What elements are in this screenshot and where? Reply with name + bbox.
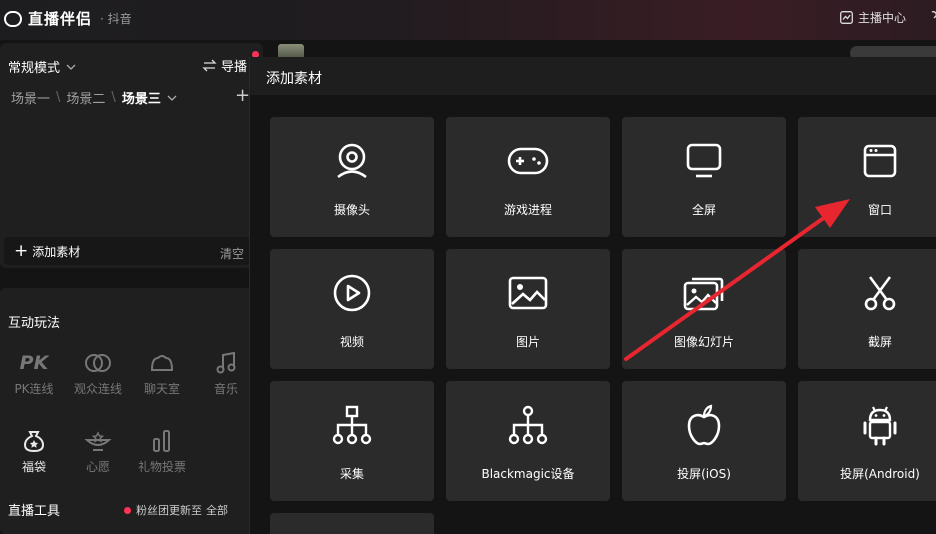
material-label: 图像幻灯片 — [673, 335, 734, 349]
switch-arrows-icon — [202, 59, 217, 72]
monitor-icon — [686, 143, 722, 178]
tool-audience-link[interactable]: 观众连线 — [70, 350, 126, 397]
material-label: 图片 — [515, 335, 540, 349]
scene-separator: \ — [111, 90, 116, 105]
material-label: 投屏(Android) — [840, 467, 920, 481]
wish-lamp-icon — [84, 431, 112, 451]
material-label: 全屏 — [691, 203, 716, 217]
music-icon — [216, 351, 236, 374]
material-game-process[interactable]: 游戏进程 — [446, 117, 610, 237]
capture-tree-icon — [332, 405, 372, 445]
tab-scene-3[interactable]: 场景三 — [122, 88, 161, 107]
material-cast-ios[interactable]: 投屏(iOS) — [622, 381, 786, 501]
material-slideshow[interactable]: 图像幻灯片 — [622, 249, 786, 369]
tool-label: 福袋 — [21, 460, 46, 474]
dialog-title: 添加素材 — [250, 57, 936, 95]
vote-bars-icon — [153, 430, 170, 452]
clear-button[interactable]: 清空 — [220, 245, 244, 262]
material-label: Blackmagic设备 — [481, 467, 575, 481]
mode-select[interactable]: 常规模式 — [8, 57, 76, 76]
material-label: 采集 — [339, 467, 364, 481]
plus-icon: + — [14, 240, 29, 261]
material-label: 投屏(iOS) — [677, 467, 731, 481]
material-more[interactable] — [270, 513, 434, 534]
material-fullscreen[interactable]: 全屏 — [622, 117, 786, 237]
material-label: 截屏 — [867, 335, 892, 349]
platform-label: · 抖音 — [100, 12, 132, 26]
tool-pk[interactable]: PK PK连线 — [6, 350, 62, 397]
tool-chat-room[interactable]: 聊天室 — [134, 350, 190, 397]
material-blackmagic[interactable]: Blackmagic设备 — [446, 381, 610, 501]
android-icon — [863, 406, 897, 446]
logo-icon — [4, 10, 22, 27]
tool-gift-vote[interactable]: 礼物投票 — [134, 428, 190, 475]
tool-music[interactable]: 音乐 — [198, 350, 254, 397]
scene-tabs: 场景一 \ 场景二 \ 场景三 — [11, 88, 177, 107]
scissors-icon — [864, 276, 896, 311]
material-cast-android[interactable]: 投屏(Android) — [798, 381, 936, 501]
title-bar: 直播伴侣 · 抖音 主播中心 — [0, 0, 936, 40]
material-image[interactable]: 图片 — [446, 249, 610, 369]
tool-label: PK连线 — [14, 382, 54, 396]
slideshow-icon — [683, 277, 724, 311]
link-rings-icon — [85, 354, 111, 372]
notification-dot — [124, 506, 131, 514]
interactive-panel: 互动玩法 PK PK连线 观众连线 聊天室 音乐 福袋 心愿 礼物投票 直播工具… — [0, 288, 263, 534]
link-icon[interactable] — [926, 10, 936, 24]
tool-label: 心愿 — [85, 460, 110, 474]
app-title: 直播伴侣 — [28, 10, 93, 28]
tab-scene-1[interactable]: 场景一 — [11, 88, 50, 107]
host-center-button[interactable]: 主播中心 — [840, 9, 906, 26]
app-logo: 直播伴侣 · 抖音 — [4, 8, 132, 29]
tool-wish[interactable]: 心愿 — [70, 428, 126, 475]
mode-label: 常规模式 — [8, 61, 61, 76]
tool-label: 礼物投票 — [137, 460, 186, 474]
apple-icon — [687, 404, 721, 446]
host-center-label: 主播中心 — [858, 11, 907, 25]
material-webcam[interactable]: 摄像头 — [270, 117, 434, 237]
tool-lucky-bag[interactable]: 福袋 — [6, 428, 62, 475]
material-label: 窗口 — [867, 203, 892, 217]
tool-label: 聊天室 — [143, 382, 180, 396]
gamepad-icon — [507, 147, 549, 175]
scene-separator: \ — [56, 90, 61, 105]
webcam-icon — [337, 143, 367, 179]
left-sidebar: 常规模式 导播 场景一 \ 场景二 \ 场景三 + + 添加素材 清空 互动玩法… — [0, 43, 263, 534]
window-icon — [863, 144, 897, 178]
chat-room-icon — [150, 355, 174, 371]
material-video[interactable]: 视频 — [270, 249, 434, 369]
live-tools-title: 直播工具 — [8, 504, 61, 519]
material-label: 摄像头 — [333, 203, 370, 217]
material-screenshot[interactable]: 截屏 — [798, 249, 936, 369]
image-icon — [508, 276, 548, 310]
add-material-label: 添加素材 — [32, 244, 81, 259]
chevron-down-icon — [66, 64, 76, 70]
add-material-dialog: 添加素材 摄像头 游戏进程 全屏 窗口 视频 图片 图像幻灯片 截屏 采集 Bl… — [249, 57, 936, 534]
all-link[interactable]: 全部 — [206, 502, 228, 518]
fans-update-label: 粉丝团更新至 — [136, 504, 202, 517]
guide-button[interactable]: 导播 — [202, 56, 247, 75]
chevron-down-icon[interactable] — [167, 95, 177, 101]
add-scene-button[interactable]: + — [235, 85, 250, 106]
tab-scene-2[interactable]: 场景二 — [66, 88, 105, 107]
material-capture[interactable]: 采集 — [270, 381, 434, 501]
interactive-title: 互动玩法 — [8, 316, 61, 331]
scene-panel: 常规模式 导播 场景一 \ 场景二 \ 场景三 + + 添加素材 清空 — [0, 43, 263, 268]
material-label: 视频 — [339, 335, 364, 349]
guide-label: 导播 — [221, 60, 248, 75]
material-window[interactable]: 窗口 — [798, 117, 936, 237]
blackmagic-tree-icon — [508, 405, 548, 445]
material-label: 游戏进程 — [503, 203, 552, 217]
fans-update-notice[interactable]: 粉丝团更新至 全部 — [124, 502, 228, 518]
play-circle-icon — [333, 274, 371, 312]
add-material-button[interactable]: + 添加素材 — [4, 237, 250, 265]
tool-label: 音乐 — [213, 382, 238, 396]
pk-icon: PK — [19, 352, 49, 374]
lucky-bag-icon — [23, 431, 45, 453]
chart-icon — [840, 11, 853, 24]
tool-label: 观众连线 — [73, 382, 122, 396]
